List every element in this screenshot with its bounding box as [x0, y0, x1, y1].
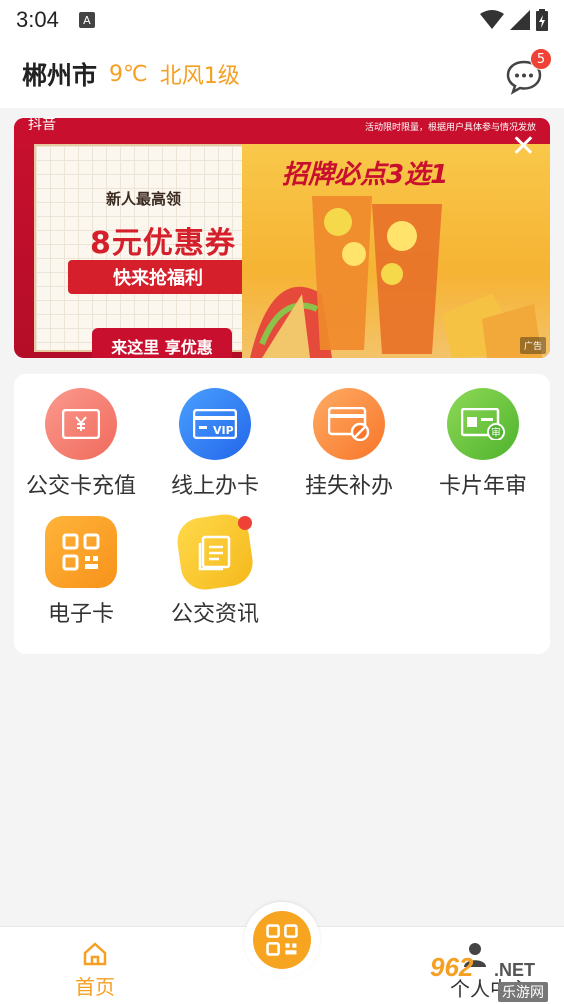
qrcode-icon: [45, 516, 117, 588]
service-label: 挂失补办: [304, 474, 393, 499]
service-label: 公交卡充值: [25, 474, 136, 499]
svg-text:审: 审: [491, 426, 501, 439]
service-card-recharge[interactable]: 公交卡充值: [14, 374, 148, 504]
ad-tag: 广告: [519, 337, 546, 354]
coupon-title: 8元优惠券: [90, 226, 236, 261]
coupon-pill: 快来抢福利: [68, 260, 248, 294]
message-count-badge: 5: [530, 48, 552, 70]
svg-text:VIP: VIP: [213, 424, 234, 437]
service-card-bus-news[interactable]: 公交资讯: [148, 502, 282, 632]
scan-qr-button[interactable]: [244, 902, 320, 978]
promo-image: 招牌必点3选1 广告: [242, 144, 550, 358]
services-grid: 公交卡充值 VIP 线上办卡 挂失补办 审 卡片年审 电子卡 公交资讯: [14, 374, 550, 654]
site-watermark: 962 .NET 乐游网: [424, 952, 562, 1002]
card-review-icon: 审: [447, 388, 519, 460]
card-yuan-icon: [45, 388, 117, 460]
vip-card-icon: VIP: [179, 388, 251, 460]
service-label: 卡片年审: [438, 474, 527, 499]
status-time: 3:04: [16, 7, 59, 32]
service-label: 电子卡: [47, 602, 114, 627]
status-icons: [480, 9, 548, 31]
notification-icon: A: [78, 12, 95, 28]
watermark-net: .NET: [494, 960, 536, 980]
header: 郴州市 9℃ 北风1级 5: [0, 40, 564, 108]
service-card-e-card[interactable]: 电子卡: [14, 502, 148, 632]
wind-level: 北风1级: [159, 64, 240, 89]
wifi-icon: [480, 10, 504, 29]
status-bar: 3:04 A: [0, 0, 564, 40]
service-label: 线上办卡: [170, 474, 259, 499]
ad-banner[interactable]: 抖音 活动限时限量，根据用户具体参与情况发放 新人最高领 8元优惠券 快来抢福利…: [14, 118, 550, 358]
scan-qr-icon: [253, 911, 311, 969]
coupon-subtitle: 新人最高领: [106, 190, 182, 208]
home-icon: [83, 942, 107, 966]
drinks-illustration: [250, 196, 542, 358]
banner-close-icon[interactable]: ✕: [511, 132, 536, 162]
watermark-sub: 乐游网: [498, 982, 548, 1002]
tiktok-logo: 抖音: [28, 118, 56, 133]
unread-dot: [238, 516, 252, 530]
service-card-online-apply[interactable]: VIP 线上办卡: [148, 374, 282, 504]
service-card-report-loss[interactable]: 挂失补办: [282, 374, 416, 504]
temperature: 9℃: [109, 61, 148, 87]
service-card-annual-review[interactable]: 审 卡片年审: [416, 374, 550, 504]
nav-home-tab[interactable]: 首页: [60, 937, 130, 999]
nav-home-label: 首页: [75, 975, 115, 999]
card-block-icon: [313, 388, 385, 460]
messages-button[interactable]: 5: [504, 48, 552, 96]
watermark-main: 962: [430, 952, 474, 982]
battery-icon: [536, 9, 548, 31]
city-name[interactable]: 郴州市: [22, 56, 97, 92]
coupon-cta-button[interactable]: 来这里 享优惠: [92, 328, 232, 358]
signal-icon: [510, 10, 530, 30]
service-label: 公交资讯: [170, 602, 259, 627]
coupon-card: 新人最高领 8元优惠券 快来抢福利 来这里 享优惠: [34, 144, 258, 358]
